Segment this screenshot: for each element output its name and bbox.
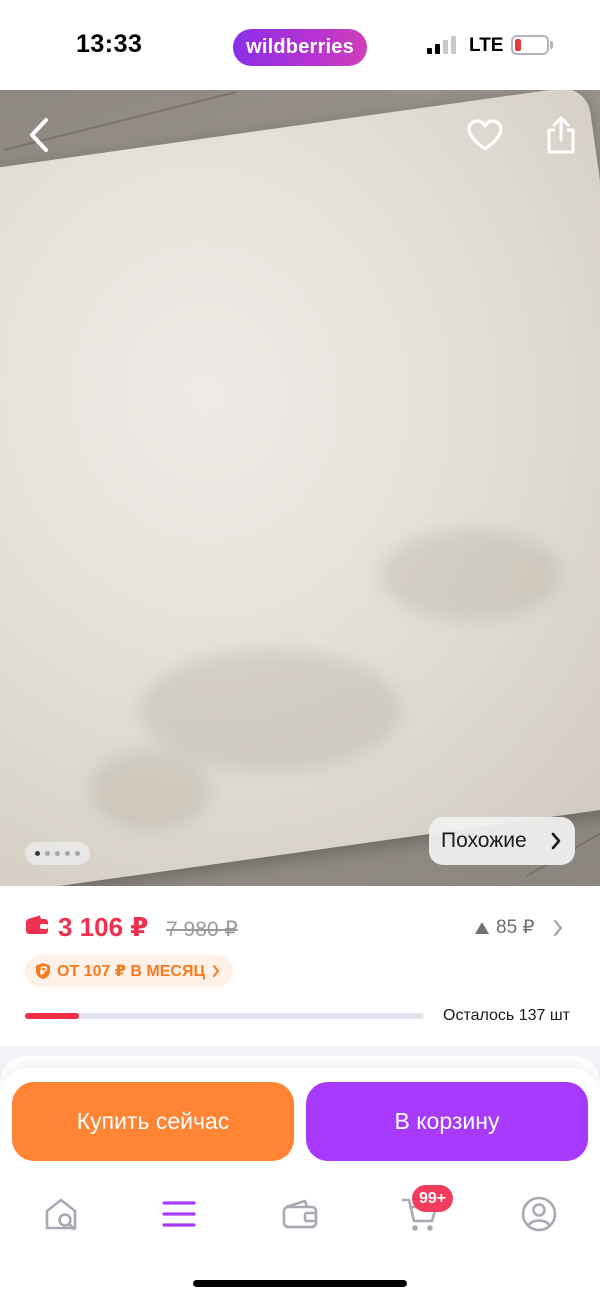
signal-icon (427, 36, 457, 54)
tab-catalog[interactable] (157, 1192, 201, 1236)
page-dot (55, 851, 60, 856)
heart-icon (467, 119, 503, 151)
tab-home[interactable] (39, 1192, 83, 1236)
page-dot-active (35, 851, 40, 856)
triangle-up-icon (475, 921, 489, 934)
rug-image (0, 90, 600, 890)
buy-now-button[interactable]: Купить сейчас (12, 1082, 294, 1161)
profile-icon (521, 1196, 557, 1232)
favorite-button[interactable] (462, 112, 508, 158)
home-search-icon (45, 1198, 77, 1231)
product-photo[interactable]: Похожие (0, 90, 600, 890)
status-bar: 13:33 wildberries LTE (0, 0, 600, 90)
similar-label: Похожие (441, 829, 527, 852)
wallet-icon (282, 1199, 318, 1229)
tab-profile[interactable] (517, 1192, 561, 1236)
shield-ruble-icon (36, 963, 50, 979)
share-icon (547, 116, 575, 154)
current-price: 3 106 ₽ (58, 912, 149, 942)
similar-button[interactable]: Похожие (429, 817, 575, 865)
wb-wallet-icon (26, 915, 48, 934)
stock-progress-fill (25, 1013, 79, 1019)
old-price: 7 980 ₽ (166, 918, 238, 941)
installment-text: ОТ 107 ₽ В МЕСЯЦ (57, 963, 206, 980)
chevron-right-icon (213, 965, 220, 977)
chevron-right-icon (551, 832, 561, 850)
status-time: 13:33 (76, 30, 143, 58)
chevron-right-icon[interactable] (551, 917, 565, 939)
battery-tip (550, 41, 553, 49)
cart-count-badge: 99+ (412, 1185, 454, 1212)
brand-logo: wildberries (233, 29, 367, 66)
page-dot (45, 851, 50, 856)
catalog-menu-icon (162, 1201, 196, 1227)
gallery-pagination[interactable] (25, 842, 90, 865)
battery-icon (511, 35, 549, 55)
back-button[interactable] (16, 112, 62, 158)
stock-remaining: Осталось 137 шт (443, 1007, 570, 1024)
price-change[interactable]: 85 ₽ (474, 916, 535, 939)
network-type: LTE (469, 35, 504, 56)
add-to-cart-button[interactable]: В корзину (306, 1082, 588, 1161)
home-indicator (193, 1280, 407, 1287)
bottom-action-sheet: Купить сейчас В корзину 99+ (0, 1068, 600, 1300)
price-change-value: 85 ₽ (496, 917, 535, 938)
share-button[interactable] (538, 112, 584, 158)
page-dot (75, 851, 80, 856)
tab-wallet[interactable] (278, 1192, 322, 1236)
price-card: 3 106 ₽ 7 980 ₽ 85 ₽ ОТ 107 ₽ В МЕСЯЦ Ос… (0, 886, 600, 1046)
chevron-left-icon (30, 118, 48, 152)
stock-progress-bar (25, 1013, 424, 1019)
installment-badge[interactable]: ОТ 107 ₽ В МЕСЯЦ (25, 955, 234, 987)
page-dot (65, 851, 70, 856)
